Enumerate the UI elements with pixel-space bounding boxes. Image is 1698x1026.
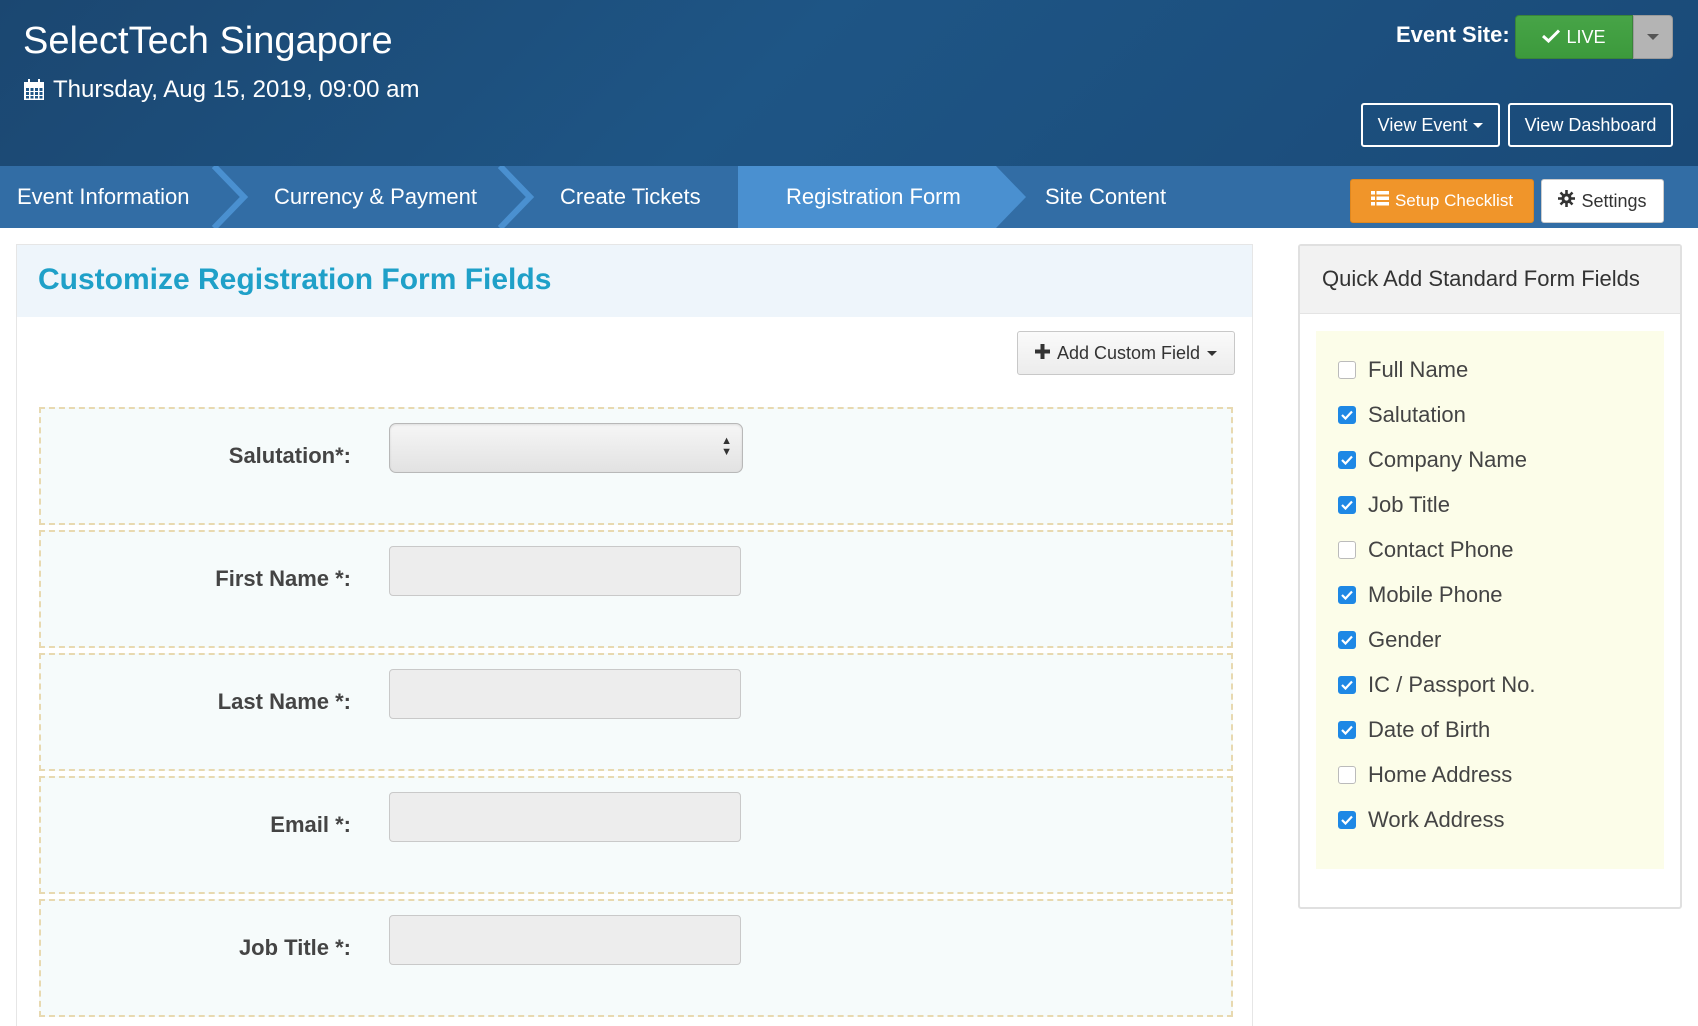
quick-add-item[interactable]: Work Address bbox=[1338, 805, 1505, 835]
quick-add-item[interactable]: Salutation bbox=[1338, 400, 1466, 430]
quick-add-title: Quick Add Standard Form Fields bbox=[1322, 266, 1640, 291]
checkbox-checked[interactable] bbox=[1338, 451, 1356, 469]
quick-add-item-label: Job Title bbox=[1368, 492, 1450, 517]
plus-icon bbox=[1034, 343, 1050, 364]
list-icon bbox=[1370, 191, 1389, 211]
event-header: SelectTech Singapore Thursday, Aug 15, 2… bbox=[0, 0, 1698, 166]
select-arrows-icon: ▲ ▼ bbox=[721, 435, 732, 458]
step-divider-icon bbox=[996, 166, 1026, 228]
step-divider-icon bbox=[212, 166, 249, 228]
email-label: Email *: bbox=[270, 812, 351, 837]
event-title: SelectTech Singapore bbox=[23, 20, 393, 62]
calendar-icon bbox=[23, 79, 45, 101]
quick-add-panel: Quick Add Standard Form Fields Full Name… bbox=[1298, 244, 1682, 909]
setup-checklist-label: Setup Checklist bbox=[1394, 191, 1514, 210]
form-field-row[interactable]: First Name *: bbox=[39, 530, 1233, 648]
last-name-label: Last Name *: bbox=[217, 689, 351, 714]
checkbox-checked[interactable] bbox=[1338, 676, 1356, 694]
quick-add-item[interactable]: Date of Birth bbox=[1338, 715, 1490, 745]
step-divider-icon bbox=[738, 166, 752, 228]
form-field-row[interactable]: Email *: bbox=[39, 776, 1233, 894]
view-event-label: View Event bbox=[1377, 114, 1468, 135]
quick-add-item-label: Salutation bbox=[1368, 402, 1466, 427]
quick-add-item-label: Contact Phone bbox=[1368, 537, 1514, 562]
first-name-input[interactable] bbox=[389, 546, 741, 596]
checkbox-unchecked[interactable] bbox=[1338, 361, 1356, 379]
salutation-label: Salutation*: bbox=[228, 443, 351, 468]
add-custom-field-button[interactable]: Add Custom Field bbox=[1017, 331, 1235, 375]
quick-add-item-label: Mobile Phone bbox=[1368, 582, 1503, 607]
quick-add-item[interactable]: Full Name bbox=[1338, 355, 1468, 385]
event-site-label: Event Site: bbox=[1396, 22, 1510, 47]
checkbox-unchecked[interactable] bbox=[1338, 541, 1356, 559]
job-title-input[interactable] bbox=[389, 915, 741, 965]
quick-add-item[interactable]: Home Address bbox=[1338, 760, 1512, 790]
registration-form-panel: Customize Registration Form Fields Add C… bbox=[16, 244, 1253, 1026]
tab-site-content[interactable]: Site Content bbox=[1045, 166, 1166, 228]
quick-add-item[interactable]: Job Title bbox=[1338, 490, 1450, 520]
quick-add-item-label: Gender bbox=[1368, 627, 1442, 652]
view-dashboard-button[interactable]: View Dashboard bbox=[1508, 103, 1673, 147]
quick-add-list: Full Name Salutation Company Name Job Title… bbox=[1316, 331, 1664, 869]
tab-registration-form[interactable]: Registration Form bbox=[786, 166, 961, 228]
setup-checklist-button[interactable]: Setup Checklist bbox=[1350, 179, 1534, 223]
live-status-button[interactable]: LIVE bbox=[1515, 15, 1633, 59]
quick-add-item-label: Home Address bbox=[1368, 762, 1513, 787]
page-title: Customize Registration Form Fields bbox=[38, 263, 552, 296]
checkbox-checked[interactable] bbox=[1338, 631, 1356, 649]
view-dashboard-label: View Dashboard bbox=[1524, 114, 1657, 135]
first-name-label: First Name *: bbox=[215, 566, 351, 591]
tab-currency-payment[interactable]: Currency & Payment bbox=[274, 166, 477, 228]
last-name-input[interactable] bbox=[389, 669, 741, 719]
live-label: LIVE bbox=[1566, 26, 1606, 47]
quick-add-item-label: Full Name bbox=[1368, 357, 1469, 382]
quick-add-item-label: Work Address bbox=[1368, 807, 1505, 832]
tab-event-information[interactable]: Event Information bbox=[17, 166, 189, 228]
quick-add-item-label: IC / Passport No. bbox=[1368, 672, 1536, 697]
event-date: Thursday, Aug 15, 2019, 09:00 am bbox=[23, 76, 419, 104]
view-event-button[interactable]: View Event bbox=[1361, 103, 1500, 147]
form-field-row[interactable]: Salutation*: ▲ ▼ bbox=[39, 407, 1233, 525]
step-divider-icon bbox=[498, 166, 535, 228]
job-title-label: Job Title *: bbox=[238, 935, 351, 960]
add-custom-field-label: Add Custom Field bbox=[1056, 342, 1201, 363]
quick-add-item-label: Company Name bbox=[1368, 447, 1527, 472]
checkbox-checked[interactable] bbox=[1338, 496, 1356, 514]
checkbox-unchecked[interactable] bbox=[1338, 766, 1356, 784]
quick-add-item[interactable]: Company Name bbox=[1338, 445, 1527, 475]
salutation-select[interactable]: ▲ ▼ bbox=[389, 423, 743, 473]
checkbox-checked[interactable] bbox=[1338, 811, 1356, 829]
checkbox-checked[interactable] bbox=[1338, 586, 1356, 604]
chevron-down-icon bbox=[1207, 350, 1218, 356]
checkbox-checked[interactable] bbox=[1338, 721, 1356, 739]
checkbox-checked[interactable] bbox=[1338, 406, 1356, 424]
tab-create-tickets[interactable]: Create Tickets bbox=[560, 166, 701, 228]
email-input[interactable] bbox=[389, 792, 741, 842]
quick-add-item[interactable]: IC / Passport No. bbox=[1338, 670, 1536, 700]
quick-add-item[interactable]: Mobile Phone bbox=[1338, 580, 1503, 610]
quick-add-item[interactable]: Gender bbox=[1338, 625, 1441, 655]
quick-add-header: Quick Add Standard Form Fields bbox=[1300, 246, 1680, 314]
check-icon bbox=[1542, 27, 1561, 48]
live-dropdown-toggle[interactable] bbox=[1633, 15, 1673, 59]
form-field-row[interactable]: Last Name *: bbox=[39, 653, 1233, 771]
quick-add-item[interactable]: Contact Phone bbox=[1338, 535, 1514, 565]
quick-add-item-label: Date of Birth bbox=[1368, 717, 1491, 742]
settings-label: Settings bbox=[1581, 190, 1647, 211]
panel-header: Customize Registration Form Fields bbox=[17, 245, 1252, 317]
form-field-row[interactable]: Job Title *: bbox=[39, 899, 1233, 1017]
settings-button[interactable]: Settings bbox=[1541, 179, 1664, 223]
chevron-down-icon bbox=[1473, 122, 1484, 128]
chevron-down-icon bbox=[1647, 34, 1659, 40]
gear-icon bbox=[1558, 190, 1576, 212]
event-date-text: Thursday, Aug 15, 2019, 09:00 am bbox=[53, 76, 420, 103]
